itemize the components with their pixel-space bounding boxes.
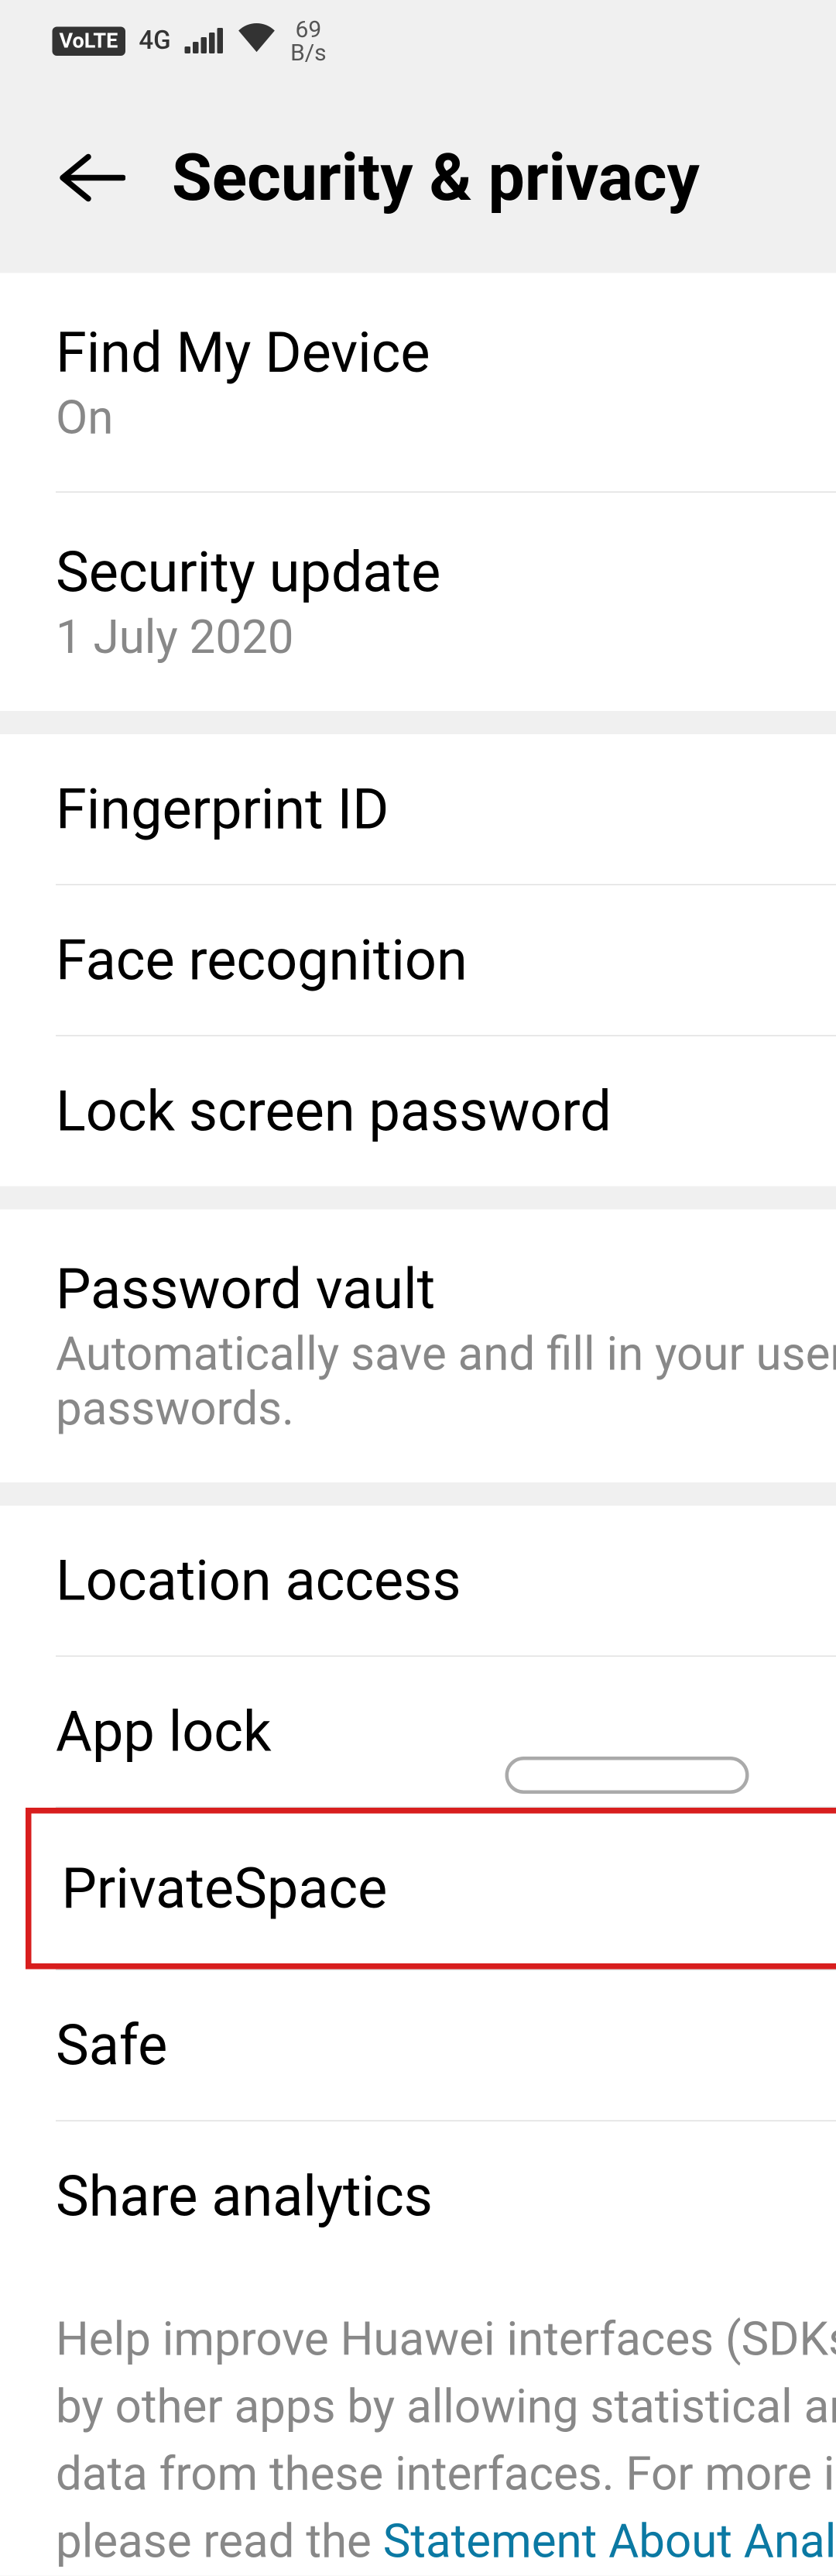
row-title: Share analytics — [56, 2163, 836, 2230]
analytics-description: Help improve Huawei interfaces (SDKs and… — [0, 2272, 836, 2576]
item-security-update[interactable]: Security update 1 July 2020 — [0, 493, 836, 711]
network-speed: 69 B/s — [290, 18, 327, 64]
network-4g-label: 4G — [139, 26, 170, 56]
status-bar: VoLTE 4G 69 B/s 70 10:43 — [0, 0, 836, 81]
item-find-my-device[interactable]: Find My Device On — [0, 273, 836, 492]
volte-badge: VoLTE — [53, 26, 125, 56]
back-button[interactable] — [56, 143, 125, 212]
signal-icon — [185, 28, 224, 53]
row-title: Location access — [56, 1547, 836, 1614]
item-share-analytics[interactable]: Share analytics — [0, 2121, 836, 2272]
item-location-access[interactable]: Location access On — [0, 1506, 836, 1656]
row-title: Lock screen password — [56, 1078, 836, 1145]
row-title: Security update — [56, 539, 836, 606]
arrow-left-icon — [56, 152, 125, 203]
row-title: Fingerprint ID — [56, 776, 836, 843]
row-title: App lock — [56, 1698, 836, 1765]
row-title: Safe — [56, 2012, 836, 2079]
row-subtitle: On — [56, 390, 836, 445]
page-header: Security & privacy — [0, 81, 836, 273]
row-title: Face recognition — [56, 927, 836, 994]
item-safe[interactable]: Safe — [0, 1970, 836, 2121]
analytics-privacy-link[interactable]: Statement About Analytics and Privacy — [383, 2514, 836, 2569]
item-password-vault[interactable]: Password vault Automatically save and fi… — [0, 1210, 836, 1483]
row-title: Password vault — [56, 1256, 836, 1323]
row-subtitle: Automatically save and fill in your user… — [56, 1327, 836, 1436]
highlight-box: PrivateSpace — [26, 1808, 836, 1970]
navigation-pill[interactable] — [505, 1757, 749, 1794]
wifi-icon — [237, 22, 276, 60]
item-lock-screen-password[interactable]: Lock screen password — [0, 1036, 836, 1187]
item-privatespace[interactable]: PrivateSpace — [32, 1814, 836, 1964]
item-fingerprint-id[interactable]: Fingerprint ID — [0, 734, 836, 884]
page-title: Security & privacy — [172, 139, 836, 215]
item-face-recognition[interactable]: Face recognition — [0, 885, 836, 1036]
row-title: PrivateSpace — [62, 1856, 836, 1922]
row-title: Find My Device — [56, 320, 836, 386]
row-subtitle: 1 July 2020 — [56, 610, 836, 665]
